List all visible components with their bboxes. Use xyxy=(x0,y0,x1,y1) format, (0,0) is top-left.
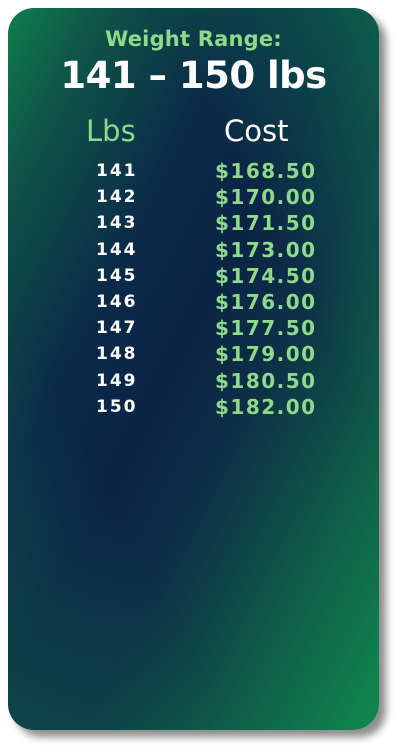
row-lbs: 144 xyxy=(96,239,138,260)
row-cost: $176.00 xyxy=(215,289,317,314)
table-row: 143 $171.50 xyxy=(8,211,379,237)
column-header-cost: Cost xyxy=(224,114,289,148)
weight-range-label: Weight Range: xyxy=(105,27,282,51)
table-row: 142 $170.00 xyxy=(8,185,379,211)
table-row: 146 $176.00 xyxy=(8,290,379,316)
row-lbs: 147 xyxy=(96,318,138,339)
table-row: 141 $168.50 xyxy=(8,159,379,185)
row-lbs: 148 xyxy=(96,344,138,365)
row-cost: $177.50 xyxy=(215,316,317,341)
row-lbs: 149 xyxy=(96,370,138,391)
row-cost: $173.00 xyxy=(215,237,317,262)
table-row: 145 $174.50 xyxy=(8,264,379,290)
table-row: 147 $177.50 xyxy=(8,316,379,342)
weight-range-value: 141 – 150 lbs xyxy=(60,54,327,97)
row-cost: $182.00 xyxy=(215,394,317,419)
price-card: Weight Range: 141 – 150 lbs Lbs Cost 141… xyxy=(8,8,379,730)
row-lbs: 142 xyxy=(96,187,138,208)
column-header-lbs: Lbs xyxy=(86,114,136,148)
price-table: 141 $168.50 142 $170.00 143 $171.50 144 … xyxy=(8,159,379,421)
row-cost: $171.50 xyxy=(215,211,317,236)
row-cost: $180.50 xyxy=(215,368,317,393)
row-lbs: 141 xyxy=(96,161,138,181)
table-row: 148 $179.00 xyxy=(8,342,379,368)
row-lbs: 146 xyxy=(96,291,138,312)
row-cost: $170.00 xyxy=(215,185,317,210)
row-lbs: 143 xyxy=(96,213,138,234)
row-cost: $168.50 xyxy=(215,159,317,183)
row-cost: $174.50 xyxy=(215,263,317,288)
table-row: 150 $182.00 xyxy=(8,395,379,421)
table-row: 149 $180.50 xyxy=(8,369,379,395)
table-row: 144 $173.00 xyxy=(8,238,379,264)
row-cost: $179.00 xyxy=(215,342,317,367)
row-lbs: 145 xyxy=(96,265,138,286)
row-lbs: 150 xyxy=(96,396,138,417)
